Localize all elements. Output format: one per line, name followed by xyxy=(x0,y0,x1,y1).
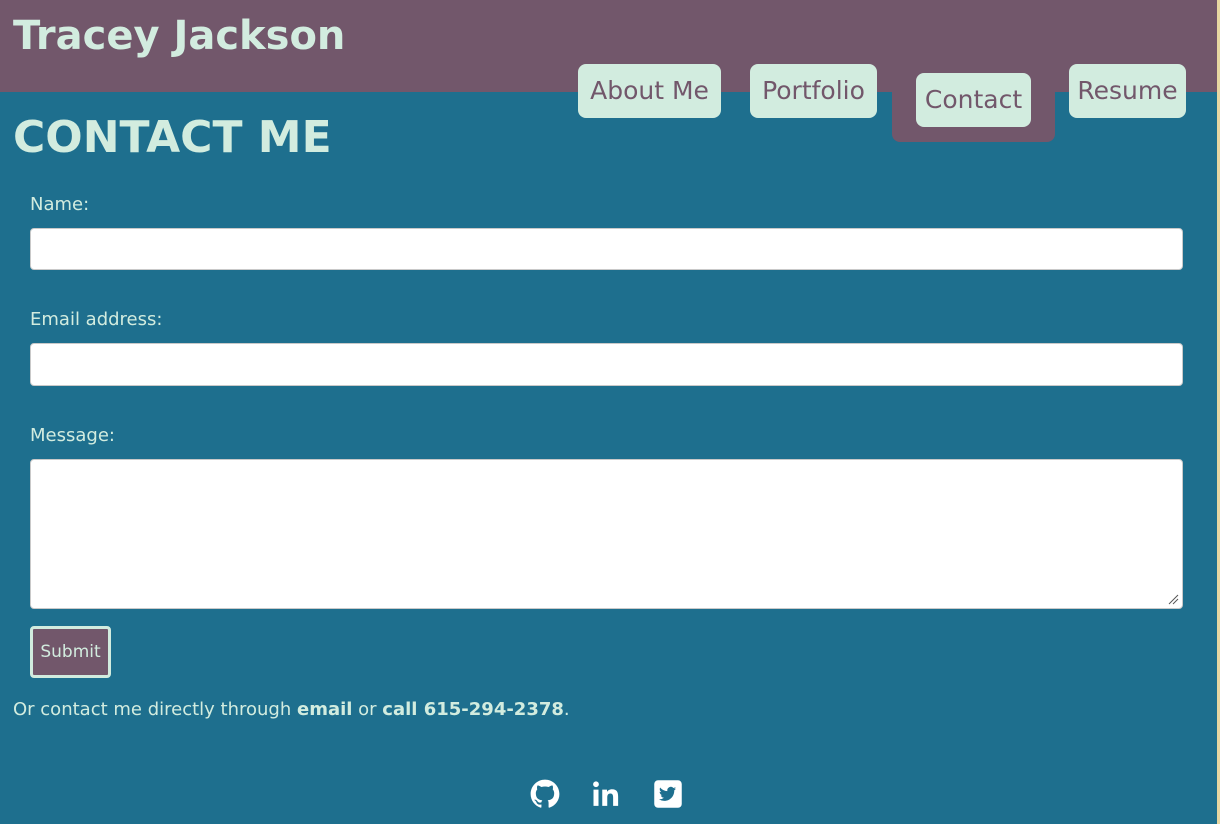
name-input[interactable] xyxy=(30,228,1183,270)
contact-middle: or xyxy=(352,699,383,720)
name-label: Name: xyxy=(30,194,90,215)
linkedin-link[interactable] xyxy=(591,779,621,809)
nav-link-about-me[interactable]: About Me xyxy=(578,64,721,118)
nav-link-resume[interactable]: Resume xyxy=(1069,64,1186,118)
nav-link-portfolio[interactable]: Portfolio xyxy=(750,64,877,118)
email-label: Email address: xyxy=(30,309,163,330)
message-textarea[interactable] xyxy=(30,459,1183,609)
twitter-link[interactable] xyxy=(653,779,683,809)
email-input[interactable] xyxy=(30,343,1183,386)
message-label: Message: xyxy=(30,425,115,446)
nav-link-contact[interactable]: Contact xyxy=(916,73,1031,127)
contact-prefix: Or contact me directly through xyxy=(13,699,297,720)
contact-info-text: Or contact me directly through email or … xyxy=(13,699,570,721)
twitter-icon xyxy=(654,780,682,808)
page-heading: CONTACT ME xyxy=(13,112,332,163)
email-link[interactable]: email xyxy=(297,699,352,720)
github-link[interactable] xyxy=(530,779,560,809)
contact-suffix: . xyxy=(563,699,570,720)
github-icon xyxy=(530,779,560,808)
linkedin-icon xyxy=(593,781,619,806)
resize-grip-icon[interactable] xyxy=(1168,594,1179,605)
call-link[interactable]: call 615-294-2378 xyxy=(382,699,564,720)
submit-button[interactable]: Submit xyxy=(30,626,111,678)
